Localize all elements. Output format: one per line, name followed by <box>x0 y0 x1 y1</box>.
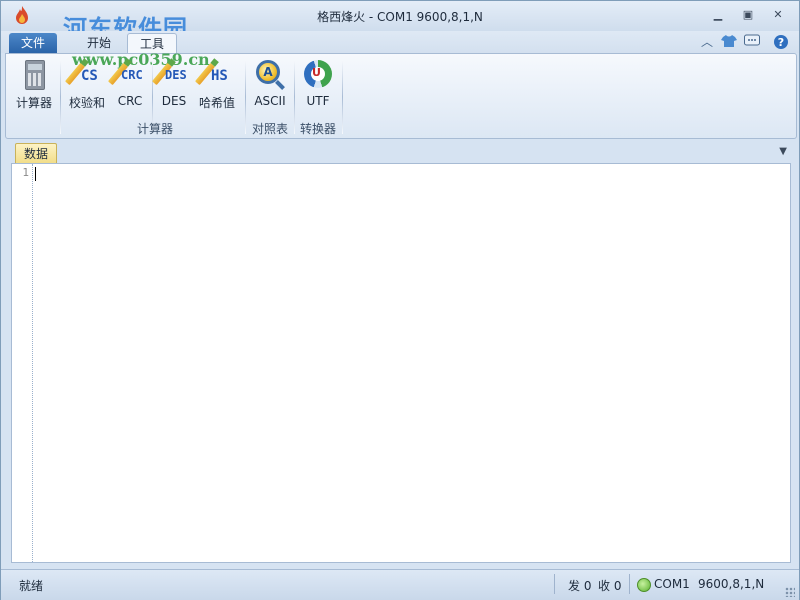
ascii-magnifier-icon: A <box>254 58 286 90</box>
window-title: 格西烽火 - COM1 9600,8,1,N <box>317 10 483 24</box>
data-editor[interactable]: 1 <box>11 163 791 563</box>
line-number: 1 <box>22 166 29 179</box>
text-caret <box>35 167 36 181</box>
checksum-pencil-icon: CS <box>64 58 103 90</box>
maximize-icon: ▣ <box>742 8 754 21</box>
checksum-button[interactable]: CS 校验和 <box>64 58 108 111</box>
utf-button[interactable]: U UTF <box>298 58 338 108</box>
skin-shirt-icon[interactable] <box>721 34 737 50</box>
crc-pencil-icon: CRC <box>107 58 146 90</box>
hash-button[interactable]: HS 哈希值 <box>194 58 238 111</box>
ribbon-panel: www.pc0359.cn 计算器 CS 校验和 CRC CRC DES DES… <box>5 50 797 139</box>
des-pencil-icon: DES <box>151 58 190 90</box>
connection-status-led-icon <box>637 578 651 592</box>
app-window: 河东软件园 格西烽火 - COM1 9600,8,1,N ▁ ▣ ✕ 文件 开始… <box>0 0 800 600</box>
svg-text:?: ? <box>778 36 784 49</box>
status-separator <box>554 574 555 594</box>
calculator-label: 计算器 <box>15 96 52 110</box>
status-port-settings: 9600,8,1,N <box>698 577 765 591</box>
minimize-button[interactable]: ▁ <box>709 7 727 23</box>
group-label-calculators: 计算器 <box>136 122 173 136</box>
ascii-button[interactable]: A ASCII <box>250 58 290 108</box>
status-sent-count: 发 0 <box>568 579 592 593</box>
group-label-table: 对照表 <box>251 122 288 136</box>
group-label-converters: 转换器 <box>299 122 336 136</box>
utf-convert-icon: U <box>302 58 334 90</box>
document-area: 数据 ▼ 1 <box>5 141 795 567</box>
calculator-icon <box>18 58 50 90</box>
group-separator <box>342 60 343 134</box>
calculator-button[interactable]: 计算器 <box>14 58 54 111</box>
checksum-label: 校验和 <box>68 96 105 110</box>
status-port: COM1 <box>654 577 690 591</box>
status-separator <box>629 574 630 594</box>
des-button[interactable]: DES DES <box>151 58 192 108</box>
hash-pencil-icon: HS <box>194 58 233 90</box>
ascii-label: ASCII <box>254 94 286 108</box>
minimize-icon: ▁ <box>713 8 723 21</box>
collapse-ribbon-icon[interactable]: ︿ <box>699 34 715 50</box>
hash-label: 哈希值 <box>198 96 235 110</box>
des-label: DES <box>161 94 187 108</box>
status-received-count: 收 0 <box>598 579 622 593</box>
maximize-button[interactable]: ▣ <box>739 7 757 23</box>
document-tab-data[interactable]: 数据 <box>15 143 58 164</box>
crc-label: CRC <box>117 94 143 108</box>
tab-file[interactable]: 文件 <box>9 33 57 53</box>
help-icon[interactable]: ? <box>773 34 789 50</box>
utf-label: UTF <box>306 94 330 108</box>
line-number-gutter: 1 <box>12 164 33 562</box>
chat-icon[interactable] <box>744 34 760 50</box>
title-bar[interactable]: 河东软件园 格西烽火 - COM1 9600,8,1,N ▁ ▣ ✕ <box>1 1 799 43</box>
resize-grip-icon[interactable] <box>785 587 795 597</box>
close-button[interactable]: ✕ <box>769 7 787 23</box>
close-icon: ✕ <box>773 8 783 21</box>
crc-button[interactable]: CRC CRC <box>107 58 148 108</box>
status-ready: 就绪 <box>19 579 44 593</box>
ribbon-separator <box>60 60 61 134</box>
dropdown-arrow-icon[interactable]: ▼ <box>779 146 787 157</box>
status-bar: 就绪 发 0 收 0 COM1 9600,8,1,N <box>1 569 799 600</box>
